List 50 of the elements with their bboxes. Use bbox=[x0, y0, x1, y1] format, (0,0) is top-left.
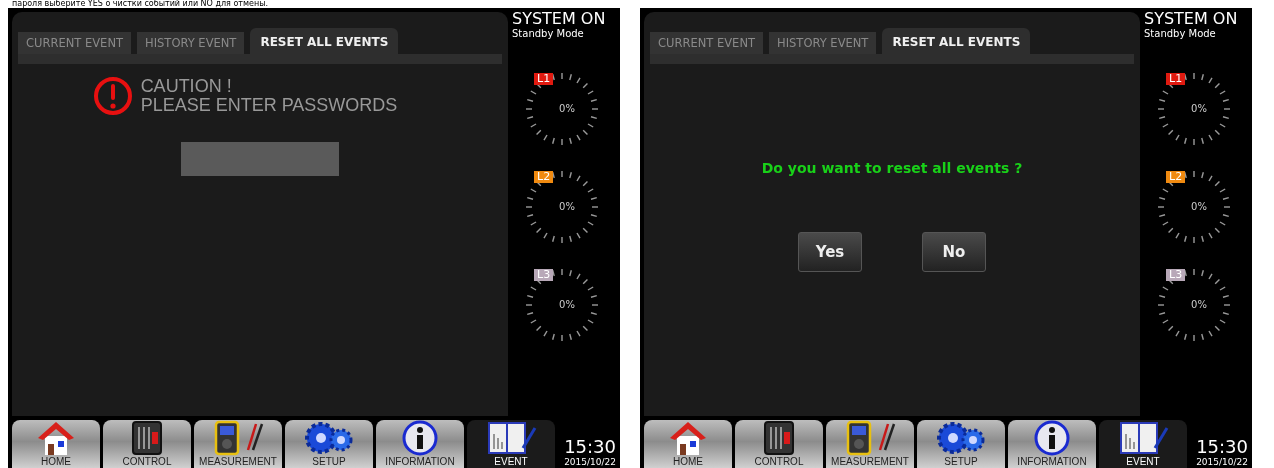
nav-button[interactable]: CONTROL bbox=[103, 420, 191, 468]
nav-button[interactable]: CONTROL bbox=[735, 420, 823, 468]
clock-time: 15:30 bbox=[564, 437, 616, 457]
nav-button[interactable]: MEASUREMENT bbox=[826, 420, 914, 468]
phase-badge: L1 bbox=[534, 73, 554, 85]
nav-button[interactable]: EVENT bbox=[467, 420, 555, 468]
nav-button[interactable]: SETUP bbox=[917, 420, 1005, 468]
nav-button[interactable]: HOME bbox=[644, 420, 732, 468]
nav-button[interactable]: MEASUREMENT bbox=[194, 420, 282, 468]
tab[interactable]: HISTORY EVENT bbox=[137, 32, 245, 54]
prompt-text: PLEASE ENTER PASSWORDS bbox=[140, 96, 398, 115]
warning-icon bbox=[92, 76, 133, 116]
nav-button[interactable]: HOME bbox=[12, 420, 100, 468]
gauge-reading: 0% bbox=[558, 103, 576, 114]
gauge-reading: 0% bbox=[1190, 299, 1208, 310]
status-title: SYSTEM ON bbox=[1144, 10, 1238, 28]
clock-date: 2015/10/22 bbox=[564, 457, 616, 468]
password-field[interactable] bbox=[181, 142, 339, 176]
info-icon bbox=[1032, 420, 1072, 456]
tab[interactable]: RESET ALL EVENTS bbox=[882, 28, 1031, 54]
tab[interactable]: CURRENT EVENT bbox=[650, 32, 763, 54]
dialog-button[interactable]: Yes bbox=[798, 232, 862, 272]
caption-text: пароля выберите YES о чистки событий или NO для отмены. bbox=[11, 0, 270, 8]
caution-text: CAUTION ! bbox=[140, 77, 233, 96]
status-mode: Standby Mode bbox=[512, 28, 584, 39]
nav-button[interactable]: SETUP bbox=[285, 420, 373, 468]
phase-badge: L3 bbox=[534, 269, 554, 281]
house-icon bbox=[36, 420, 76, 456]
phase-badge: L2 bbox=[534, 171, 554, 183]
gauge-reading: 0% bbox=[1190, 201, 1208, 212]
gauge-reading: 0% bbox=[1190, 103, 1208, 114]
tab[interactable]: RESET ALL EVENTS bbox=[250, 28, 399, 54]
phase-badge: L3 bbox=[1166, 269, 1186, 281]
question-text: Do you want to reset all events ? bbox=[761, 160, 1023, 176]
nav-button[interactable]: INFORMATION bbox=[1008, 420, 1096, 468]
phase-badge: L2 bbox=[1166, 171, 1186, 183]
dialog-button[interactable]: No bbox=[922, 232, 986, 272]
status-mode: Standby Mode bbox=[1144, 28, 1216, 39]
house-icon bbox=[668, 420, 708, 456]
clock-date: 2015/10/22 bbox=[1196, 457, 1248, 468]
tab[interactable]: HISTORY EVENT bbox=[769, 32, 877, 54]
info-icon bbox=[400, 420, 440, 456]
clock-time: 15:30 bbox=[1196, 437, 1248, 457]
gauge-reading: 0% bbox=[558, 201, 576, 212]
nav-button[interactable]: INFORMATION bbox=[376, 420, 464, 468]
nav-button[interactable]: EVENT bbox=[1099, 420, 1187, 468]
status-title: SYSTEM ON bbox=[512, 10, 606, 28]
tab[interactable]: CURRENT EVENT bbox=[18, 32, 131, 54]
phase-badge: L1 bbox=[1166, 73, 1186, 85]
gauge-reading: 0% bbox=[558, 299, 576, 310]
